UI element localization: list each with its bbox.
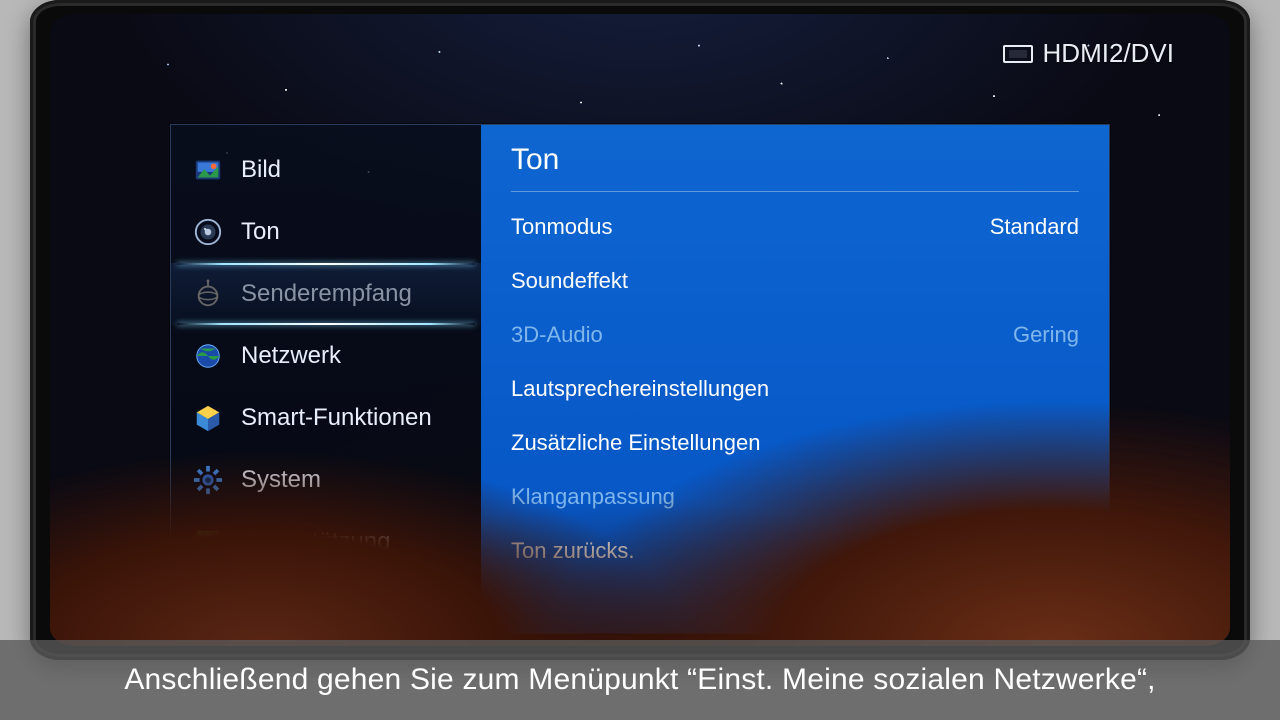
row-zusaetzliche-einstellungen[interactable]: Zusätzliche Einstellungen [511, 416, 1079, 470]
sidebar-item-system[interactable]: System [171, 449, 481, 511]
settings-overlay: Bild Ton Senderempfang [170, 124, 1110, 634]
row-tonmodus[interactable]: Tonmodus Standard [511, 200, 1079, 254]
gear-icon [191, 463, 225, 497]
row-label: Lautsprechereinstellungen [511, 376, 769, 402]
row-value: Standard [990, 214, 1079, 240]
row-label: Ton zurücks. [511, 538, 635, 564]
tv-frame: HDMI2/DVI Bild Ton [30, 0, 1250, 660]
sidebar-item-label: Bild [241, 156, 281, 184]
input-source-label: HDMI2/DVI [1043, 38, 1174, 69]
subtitle-text: Anschließend gehen Sie zum Menüpunkt “Ei… [124, 663, 1155, 697]
settings-sidebar: Bild Ton Senderempfang [171, 125, 481, 633]
settings-panel: Ton Tonmodus Standard Soundeffekt 3D-Aud… [481, 125, 1109, 633]
row-ton-zuruecksetzen[interactable]: Ton zurücks. [511, 524, 1079, 578]
help-icon: ? [191, 525, 225, 559]
sidebar-item-label: Netzwerk [241, 342, 341, 370]
row-label: Tonmodus [511, 214, 613, 240]
sidebar-item-label: Smart-Funktionen [241, 404, 432, 432]
input-source-badge: HDMI2/DVI [1003, 38, 1174, 69]
row-label: Zusätzliche Einstellungen [511, 430, 760, 456]
panel-title: Ton [511, 143, 1079, 192]
antenna-icon [191, 277, 225, 311]
row-lautsprechereinstellungen[interactable]: Lautsprechereinstellungen [511, 362, 1079, 416]
picture-icon [191, 153, 225, 187]
row-3d-audio: 3D-Audio Gering [511, 308, 1079, 362]
sidebar-item-senderempfang[interactable]: Senderempfang [171, 263, 481, 325]
sidebar-item-netzwerk[interactable]: Netzwerk [171, 325, 481, 387]
tv-screen: HDMI2/DVI Bild Ton [50, 14, 1230, 646]
sidebar-item-label: Senderempfang [241, 280, 412, 308]
sidebar-item-ton[interactable]: Ton [171, 201, 481, 263]
row-klanganpassung: Klanganpassung [511, 470, 1079, 524]
sidebar-item-smart-funktionen[interactable]: Smart-Funktionen [171, 387, 481, 449]
globe-icon [191, 339, 225, 373]
subtitle-bar: Anschließend gehen Sie zum Menüpunkt “Ei… [0, 640, 1280, 720]
sidebar-item-label: Ton [241, 218, 280, 246]
sidebar-item-bild[interactable]: Bild [171, 139, 481, 201]
svg-text:?: ? [204, 531, 212, 546]
row-value: Gering [1013, 322, 1079, 348]
row-label: 3D-Audio [511, 322, 603, 348]
row-label: Soundeffekt [511, 268, 628, 294]
cube-icon [191, 401, 225, 435]
row-label: Klanganpassung [511, 484, 675, 510]
hdmi-port-icon [1003, 45, 1033, 63]
sidebar-item-label: System [241, 466, 321, 494]
row-soundeffekt[interactable]: Soundeffekt [511, 254, 1079, 308]
sidebar-item-unterstuetzung[interactable]: ? Unterstützung [171, 511, 481, 573]
sidebar-item-label: Unterstützung [241, 528, 390, 556]
speaker-icon [191, 215, 225, 249]
